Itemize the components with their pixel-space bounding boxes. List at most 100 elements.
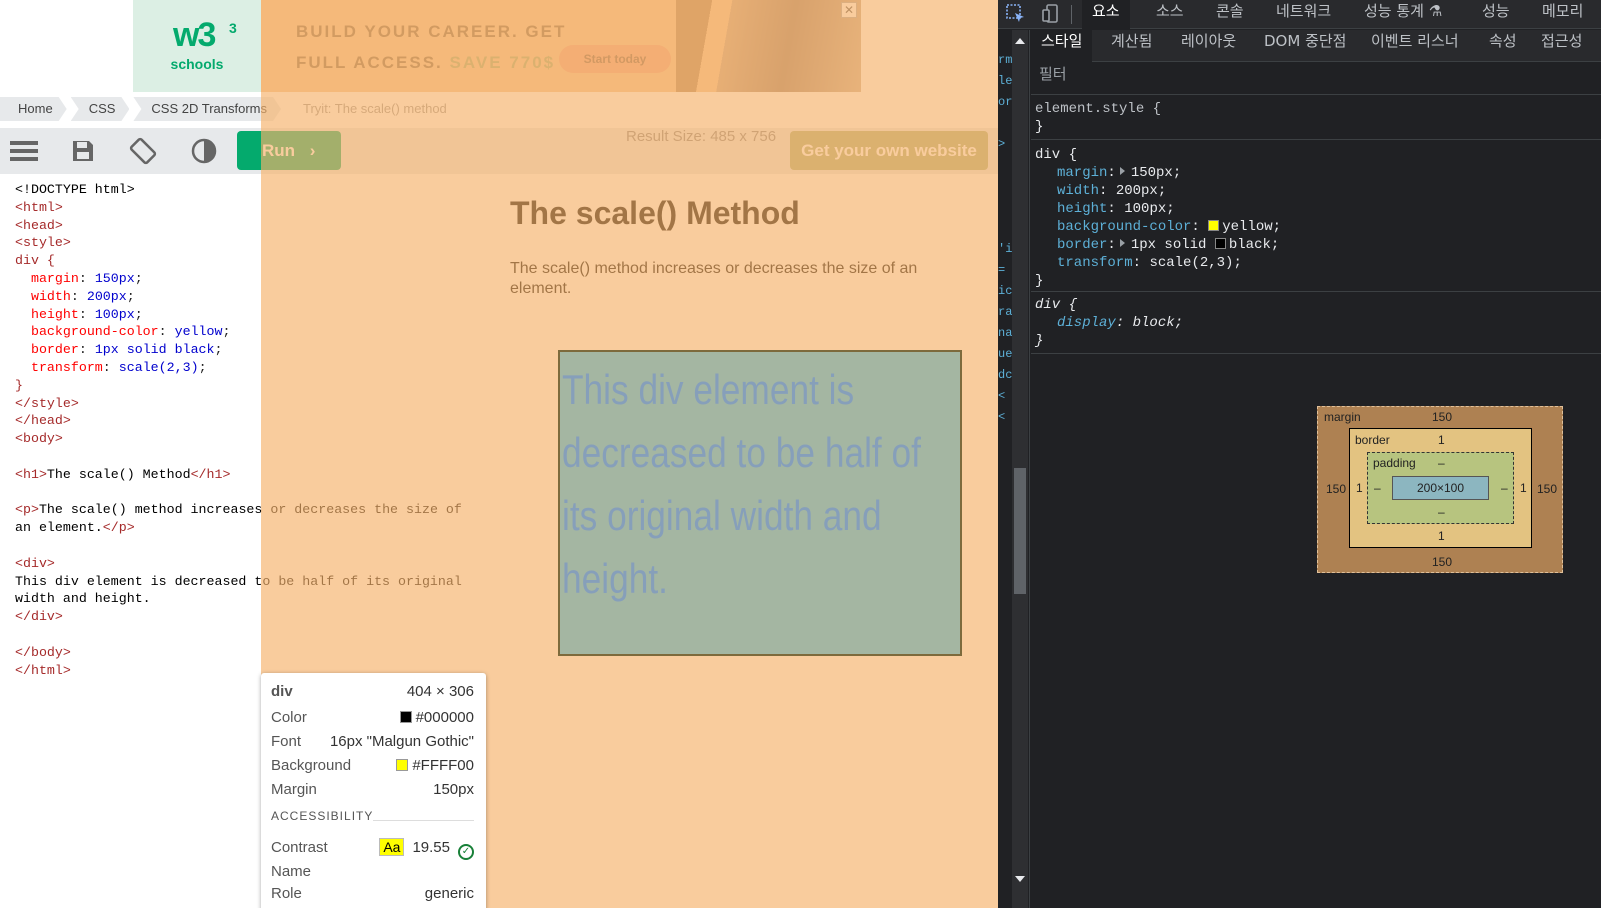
- tab-console[interactable]: 콘솔: [1216, 0, 1244, 29]
- breadcrumb-home[interactable]: Home: [0, 97, 67, 121]
- result-frame[interactable]: The scale() Method The scale() method in…: [501, 175, 990, 908]
- ad-full-access: FULL ACCESS.: [296, 53, 443, 72]
- subtab-layout[interactable]: 레이아웃: [1181, 30, 1236, 62]
- css-prop-name: transform: [1057, 255, 1133, 271]
- code-line: }: [15, 377, 23, 393]
- css-decl-width[interactable]: width: 200px;: [1035, 182, 1601, 200]
- code-prop: background-color: [30, 324, 159, 340]
- save-icon[interactable]: [67, 136, 99, 166]
- code-line: width and height.: [15, 591, 151, 607]
- breadcrumb: Home CSS CSS 2D Transforms Tryit: The sc…: [0, 97, 998, 121]
- elements-scrollbar[interactable]: [1012, 30, 1028, 908]
- scaled-div-text: This div element is decreased to be half…: [562, 366, 921, 602]
- advertisement-banner[interactable]: w3 3 schools BUILD YOUR CAREER. GET FULL…: [133, 0, 861, 92]
- tab-performance-insights[interactable]: 성능 통계 ⚗: [1364, 0, 1442, 29]
- ad-start-today-button[interactable]: Start today: [559, 45, 671, 73]
- code-val: 1px solid black: [94, 342, 215, 358]
- box-model-diagram: margin 150 150 150 150 border 1 1 1 1 pa…: [1317, 406, 1563, 573]
- breadcrumb-css-2d-transforms[interactable]: CSS 2D Transforms: [133, 97, 281, 121]
- tooltip-bg-label: Background: [271, 757, 352, 774]
- expand-triangle-icon[interactable]: [1119, 167, 1125, 175]
- css-decl-transform[interactable]: transform: scale(2,3);: [1035, 254, 1601, 272]
- styles-filter-input[interactable]: 필터: [1031, 63, 1601, 95]
- css-decl-background-color[interactable]: background-color: yellow;: [1035, 218, 1601, 236]
- css-prop-name: margin: [1057, 165, 1108, 181]
- user-agent-div-rule[interactable]: div { display: block; }: [1031, 296, 1601, 354]
- box-model-content[interactable]: 200×100: [1392, 476, 1489, 500]
- devtools-panel: 요소 소스 콘솔 네트워크 성능 통계 ⚗ 성능 메모리 rm le or > …: [998, 0, 1601, 908]
- code-line: </style>: [15, 395, 79, 411]
- tab-memory[interactable]: 메모리: [1542, 0, 1583, 29]
- subtab-computed[interactable]: 계산됨: [1111, 30, 1152, 62]
- code-tag: <h1>: [15, 466, 47, 482]
- code-prop: height: [30, 306, 79, 322]
- expand-triangle-icon[interactable]: [1119, 239, 1125, 247]
- code-line: <head>: [15, 217, 63, 233]
- subtab-properties[interactable]: 속성: [1489, 30, 1517, 62]
- result-paragraph: The scale() method increases or decrease…: [510, 260, 918, 297]
- scroll-down-arrow-icon[interactable]: [1015, 876, 1025, 882]
- rule-close-brace: }: [1035, 333, 1044, 349]
- subtab-styles[interactable]: 스타일: [1031, 30, 1093, 62]
- tab-network[interactable]: 네트워크: [1276, 0, 1331, 29]
- code-line: </html>: [15, 662, 71, 678]
- tab-elements[interactable]: 요소: [1082, 0, 1130, 29]
- css-decl-border[interactable]: border: 1px solid black;: [1035, 236, 1601, 254]
- tooltip-color-value: #000000: [415, 709, 474, 726]
- tooltip-role-row: Role generic: [271, 883, 474, 905]
- css-decl-height[interactable]: height: 100px;: [1035, 200, 1601, 218]
- ad-headline-line1: BUILD YOUR CAREER. GET: [296, 22, 567, 41]
- div-rule-selector: div {: [1035, 147, 1078, 163]
- inspect-element-icon[interactable]: [1006, 4, 1028, 24]
- div-style-rule[interactable]: div { margin: 150px; width: 200px; height…: [1031, 146, 1601, 292]
- divider: [373, 820, 474, 821]
- check-circle-icon: ✓: [458, 844, 474, 860]
- css-decl-margin[interactable]: margin: 150px;: [1035, 164, 1601, 182]
- device-toolbar-icon[interactable]: [1041, 4, 1063, 24]
- logo-schools-text: schools: [170, 56, 224, 72]
- run-button[interactable]: Run ›: [237, 131, 341, 170]
- ad-close-icon[interactable]: ✕: [841, 2, 857, 18]
- element-style-selector: element.style {: [1035, 101, 1162, 117]
- tooltip-role-value: generic: [424, 885, 474, 902]
- code-val: yellow: [174, 324, 223, 340]
- css-prop-name: height: [1057, 201, 1108, 217]
- element-style-rule[interactable]: element.style { }: [1031, 100, 1601, 140]
- bm-margin-label: margin: [1324, 410, 1361, 424]
- menu-icon[interactable]: [8, 136, 40, 166]
- tooltip-role-label: Role: [271, 885, 302, 902]
- bm-padding-right: –: [1501, 481, 1508, 495]
- tab-sources[interactable]: 소스: [1156, 0, 1184, 29]
- tooltip-background-row: Background #FFFF00: [271, 755, 474, 777]
- scrollbar-thumb[interactable]: [1014, 468, 1026, 594]
- css-prop-value: scale(2,3);: [1149, 255, 1242, 271]
- scroll-up-arrow-icon[interactable]: [1015, 38, 1025, 44]
- result-size-text: Result Size: 485 x 756: [626, 128, 777, 145]
- tooltip-name-row: Name: [271, 861, 474, 883]
- subtab-event-listeners[interactable]: 이벤트 리스너: [1371, 30, 1459, 62]
- tryit-toolbar: Run › Result Size: 485 x 756 Get your ow…: [0, 128, 998, 174]
- css-prop-value: block;: [1132, 315, 1184, 331]
- rotate-orientation-icon[interactable]: [127, 136, 159, 166]
- subtab-dom-breakpoints[interactable]: DOM 중단점: [1264, 30, 1346, 62]
- color-swatch[interactable]: [1214, 238, 1226, 249]
- code-line: <html>: [15, 199, 63, 215]
- bm-padding-bottom: –: [1438, 505, 1445, 519]
- breadcrumb-css[interactable]: CSS: [71, 97, 130, 121]
- subtab-accessibility[interactable]: 접근성: [1541, 30, 1582, 62]
- code-line: <style>: [15, 235, 71, 251]
- bm-border-top: 1: [1438, 433, 1445, 447]
- dark-mode-toggle-icon[interactable]: [188, 136, 220, 166]
- color-swatch[interactable]: [1208, 220, 1220, 231]
- tab-performance[interactable]: 성능: [1482, 0, 1510, 29]
- css-prop-value: 200px;: [1115, 183, 1167, 199]
- w3schools-logo: w3 3 schools: [133, 0, 261, 92]
- code-prop: margin: [30, 270, 79, 286]
- css-prop-value: 1px solid: [1130, 237, 1207, 253]
- get-your-own-website-button[interactable]: Get your own website: [790, 131, 988, 170]
- code-line: <body>: [15, 431, 63, 447]
- bm-padding-top: –: [1438, 456, 1445, 470]
- bm-border-left: 1: [1356, 481, 1363, 495]
- breadcrumb-current: Tryit: The scale() method: [303, 101, 447, 116]
- tooltip-color-label: Color: [271, 709, 307, 726]
